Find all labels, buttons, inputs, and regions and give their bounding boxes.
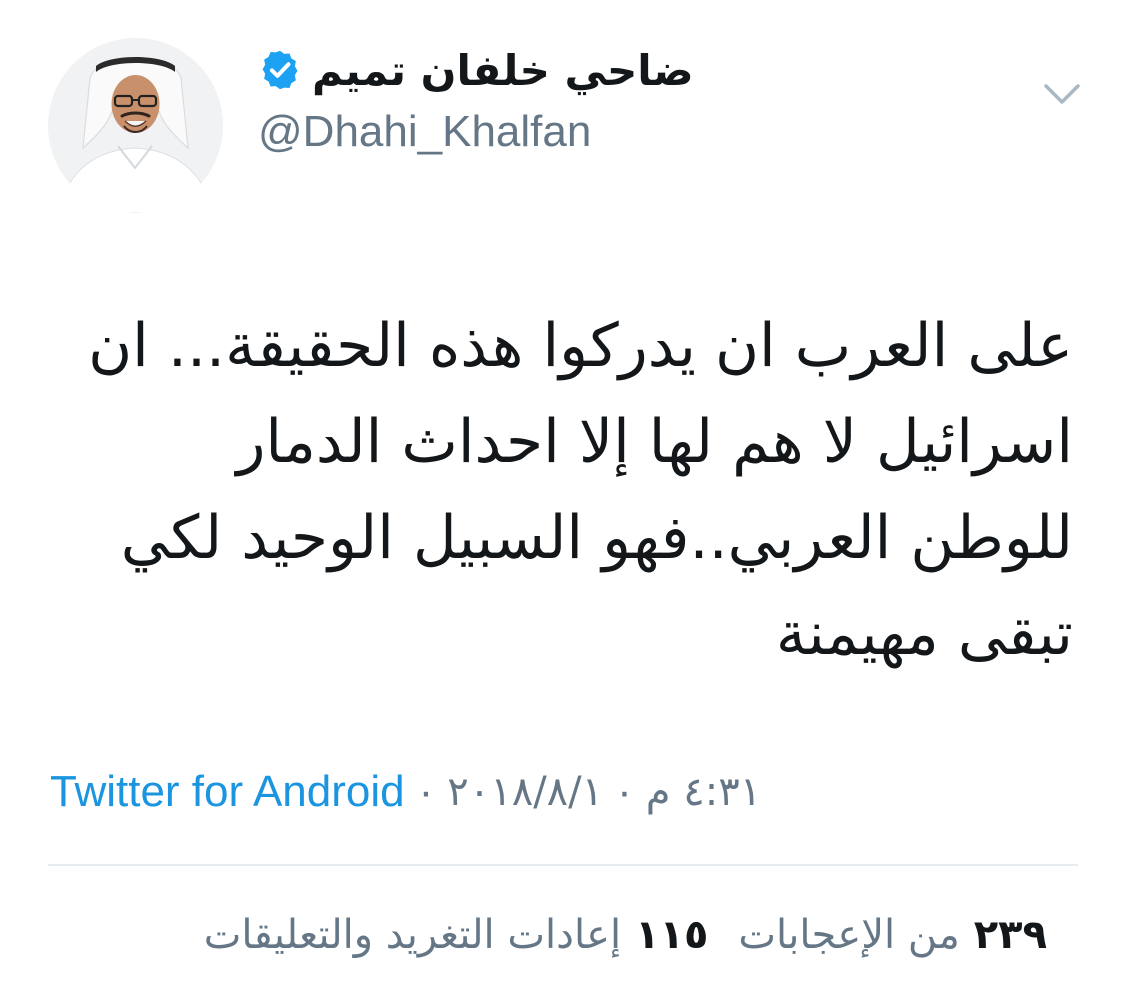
tweet-time: ٤:٣١ م bbox=[645, 769, 762, 815]
likes-label: من الإعجابات bbox=[738, 912, 960, 958]
tweet-text-line: على العرب ان يدركوا هذه الحقيقة... ان bbox=[88, 311, 1073, 381]
tweet-stats: ٢٣٩ من الإعجابات ١١٥ إعادات التغريد والت… bbox=[204, 900, 1047, 970]
retweets-label: إعادات التغريد والتعليقات bbox=[203, 912, 622, 958]
tweet-text-line: تبقى مهيمنة bbox=[775, 599, 1073, 669]
tweet-date: ٢٠١٨/٨/١ bbox=[447, 769, 604, 815]
tweet-text-line: للوطن العربي..فهو السبيل الوحيد لكي bbox=[120, 503, 1073, 573]
verified-badge-icon bbox=[262, 50, 298, 90]
tweet-text-line: اسرائيل لا هم لها إلا احداث الدمار bbox=[236, 407, 1073, 477]
tweet-options-chevron-button[interactable] bbox=[1040, 78, 1084, 110]
name-row: ضاحي خلفان تميم bbox=[258, 40, 718, 100]
user-handle[interactable]: @Dhahi_Khalfan bbox=[258, 106, 718, 159]
separator-dot: · bbox=[418, 767, 434, 816]
avatar[interactable] bbox=[48, 38, 223, 213]
profile-photo-icon bbox=[48, 38, 223, 213]
likes-count: ٢٣٩ bbox=[973, 912, 1047, 958]
tweet-detail: ضاحي خلفان تميم @Dhahi_Khalfan على العرب… bbox=[0, 0, 1125, 992]
retweets-stat[interactable]: ١١٥ إعادات التغريد والتعليقات bbox=[204, 912, 709, 958]
separator-dot: · bbox=[617, 767, 632, 816]
likes-stat[interactable]: ٢٣٩ من الإعجابات bbox=[738, 912, 1047, 958]
tweet-source-link[interactable]: Twitter for Android bbox=[50, 767, 405, 817]
tweet-metadata: Twitter for Android · ٢٠١٨/٨/١ · ٤:٣١ م bbox=[50, 762, 761, 822]
tweet-text: على العرب ان يدركوا هذه الحقيقة... ان اس… bbox=[43, 298, 1073, 682]
user-display-name[interactable]: ضاحي خلفان تميم bbox=[312, 46, 694, 95]
chevron-down-icon bbox=[1044, 84, 1080, 104]
user-identity: ضاحي خلفان تميم @Dhahi_Khalfan bbox=[258, 40, 718, 159]
divider bbox=[48, 864, 1078, 866]
retweets-count: ١١٥ bbox=[635, 912, 709, 958]
